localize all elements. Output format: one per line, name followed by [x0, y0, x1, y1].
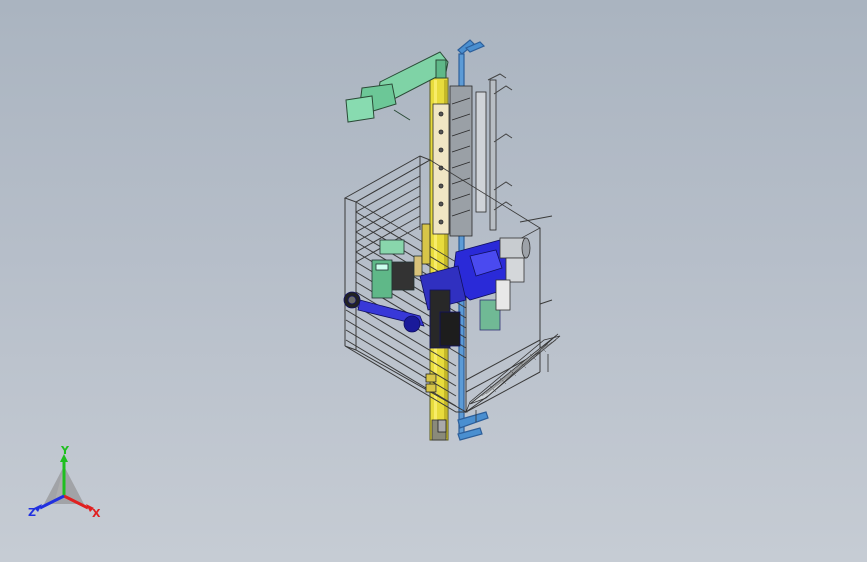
x-axis-label: X: [92, 507, 101, 520]
z-axis-label: Z: [28, 506, 36, 519]
orientation-triad[interactable]: Y X Z: [24, 446, 104, 526]
y-axis-label: Y: [60, 446, 70, 457]
cad-assembly[interactable]: [0, 0, 867, 562]
model-viewport[interactable]: Y X Z: [0, 0, 867, 562]
mesh-panel: [465, 333, 561, 422]
